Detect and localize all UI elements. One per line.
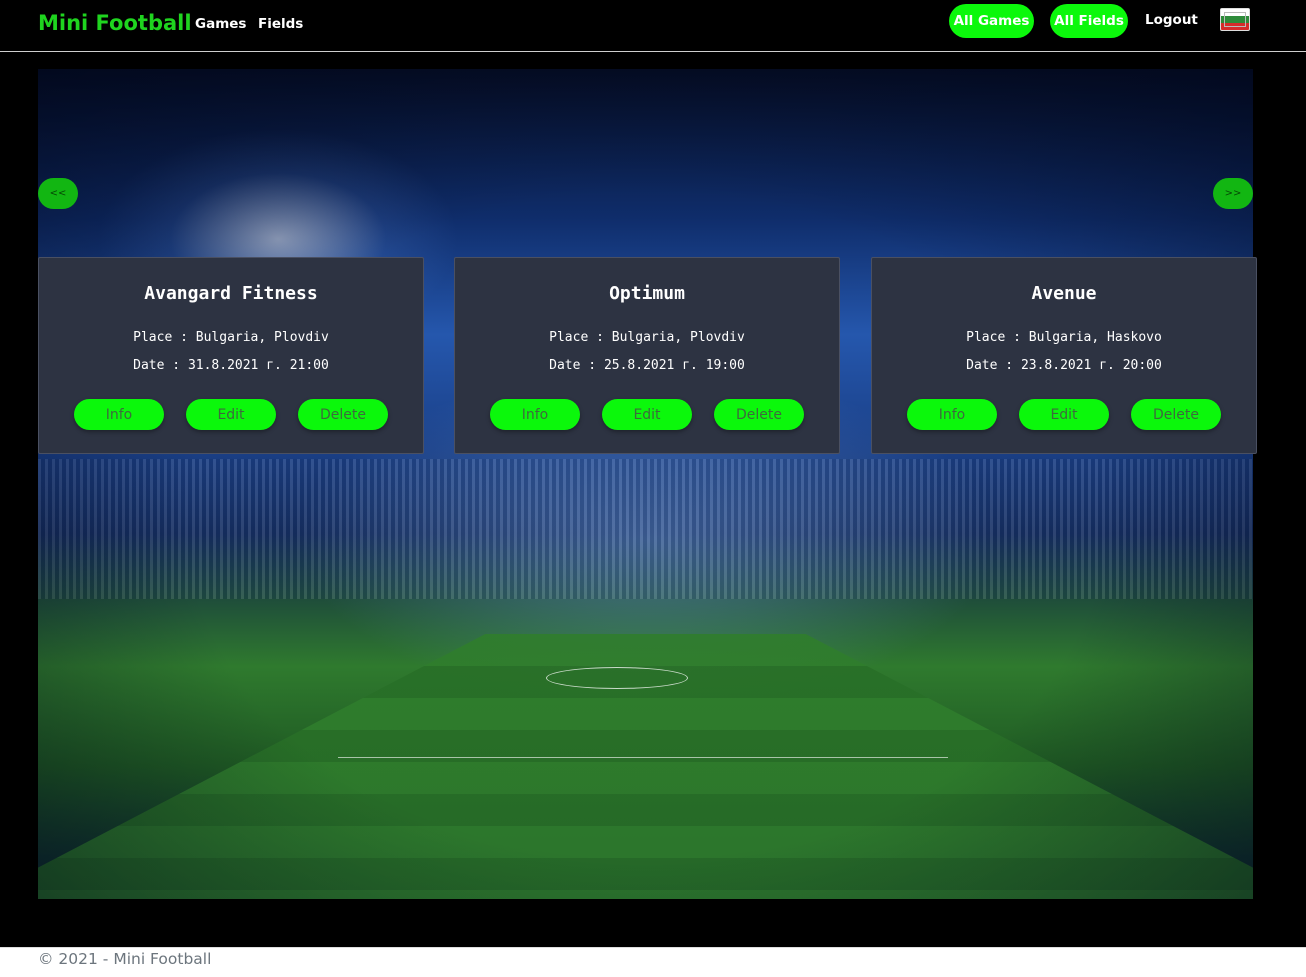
- top-navbar: Mini Football Games Fields All Games All…: [0, 0, 1306, 52]
- field-card-date: Date : 25.8.2021 г. 19:00: [549, 358, 745, 373]
- delete-button[interactable]: Delete: [1131, 399, 1221, 430]
- delete-button[interactable]: Delete: [298, 399, 388, 430]
- field-card-title: Avangard Fitness: [144, 283, 318, 304]
- all-games-button[interactable]: All Games: [949, 4, 1034, 38]
- edit-button[interactable]: Edit: [1019, 399, 1109, 430]
- field-card: Avenue Place : Bulgaria, Haskovo Date : …: [871, 257, 1257, 454]
- logout-link[interactable]: Logout: [1145, 12, 1198, 28]
- footer-copyright: © 2021 - Mini Football: [38, 950, 212, 968]
- stadium-background-carousel: << >>: [38, 69, 1253, 899]
- field-card: Avangard Fitness Place : Bulgaria, Plovd…: [38, 257, 424, 454]
- brand-logo-link[interactable]: Mini Football: [38, 11, 192, 35]
- carousel-prev-button[interactable]: <<: [38, 178, 78, 209]
- all-fields-button[interactable]: All Fields: [1050, 4, 1128, 38]
- field-card-date: Date : 31.8.2021 г. 21:00: [133, 358, 329, 373]
- edit-button[interactable]: Edit: [602, 399, 692, 430]
- info-button[interactable]: Info: [74, 399, 164, 430]
- nav-link-games[interactable]: Games: [195, 16, 246, 32]
- field-card-title: Avenue: [1031, 283, 1097, 304]
- field-card-title: Optimum: [609, 283, 685, 304]
- info-button[interactable]: Info: [490, 399, 580, 430]
- field-card-place: Place : Bulgaria, Plovdiv: [133, 330, 329, 345]
- carousel-next-button[interactable]: >>: [1213, 178, 1253, 209]
- field-card-place: Place : Bulgaria, Haskovo: [966, 330, 1162, 345]
- field-card-place: Place : Bulgaria, Plovdiv: [549, 330, 745, 345]
- info-button[interactable]: Info: [907, 399, 997, 430]
- bulgarian-flag-icon[interactable]: [1220, 8, 1250, 31]
- edit-button[interactable]: Edit: [186, 399, 276, 430]
- page-footer: © 2021 - Mini Football: [0, 947, 1306, 977]
- nav-link-fields[interactable]: Fields: [258, 16, 303, 32]
- field-card-date: Date : 23.8.2021 г. 20:00: [966, 358, 1162, 373]
- field-card: Optimum Place : Bulgaria, Plovdiv Date :…: [454, 257, 840, 454]
- delete-button[interactable]: Delete: [714, 399, 804, 430]
